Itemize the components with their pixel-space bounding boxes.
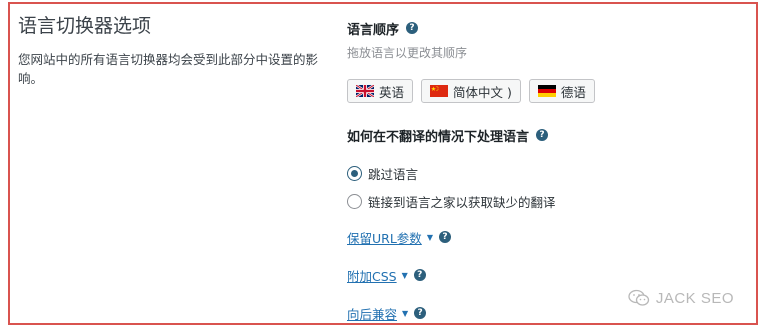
- radio-label: 跳过语言: [368, 166, 419, 182]
- question-circle-icon[interactable]: ?: [414, 307, 427, 319]
- caret-down-icon[interactable]: ▼: [402, 271, 408, 280]
- language-item-german[interactable]: 德语: [528, 79, 595, 103]
- question-circle-icon[interactable]: ?: [413, 269, 426, 281]
- radio-button[interactable]: [347, 193, 362, 209]
- watermark-text: JACK SEO: [655, 289, 734, 307]
- untranslated-options: 跳过语言 链接到语言之家以获取缺少的翻译: [347, 161, 747, 213]
- radio-label: 链接到语言之家以获取缺少的翻译: [368, 194, 556, 210]
- germany-flag-icon: [537, 85, 556, 97]
- language-order-list: 英语 简体中文 ) 德语: [347, 79, 747, 103]
- radio-link-to-home[interactable]: 链接到语言之家以获取缺少的翻译: [347, 189, 747, 213]
- untranslated-label: 如何在不翻译的情况下处理语言 ?: [347, 125, 747, 145]
- language-label: 英语: [379, 84, 405, 100]
- radio-button-checked[interactable]: [347, 165, 362, 181]
- uk-flag-icon: [356, 85, 374, 97]
- additional-css-link[interactable]: 附加CSS: [347, 266, 397, 285]
- section-description: 您网站中的所有语言切换器均会受到此部分中设置的影响。: [18, 52, 319, 86]
- toggle-keep-url-params: 保留URL参数 ▼ ?: [347, 227, 747, 247]
- language-label: 简体中文 ): [453, 84, 512, 100]
- language-order-label-text: 语言顺序: [347, 22, 400, 38]
- language-item-chinese[interactable]: 简体中文 ): [421, 79, 521, 103]
- caret-down-icon[interactable]: ▼: [402, 309, 408, 318]
- language-order-hint: 拖放语言以更改其顺序: [347, 46, 468, 60]
- language-item-english[interactable]: 英语: [347, 79, 414, 103]
- language-order-label: 语言顺序 ?: [347, 18, 747, 38]
- toggle-additional-css: 附加CSS ▼ ?: [347, 265, 747, 285]
- radio-skip-language[interactable]: 跳过语言: [347, 161, 747, 185]
- language-label: 德语: [560, 84, 586, 100]
- section-header: 语言切换器选项 您网站中的所有语言切换器均会受到此部分中设置的影响。: [18, 14, 328, 88]
- caret-down-icon[interactable]: ▼: [427, 233, 433, 242]
- untranslated-label-text: 如何在不翻译的情况下处理语言: [347, 129, 530, 145]
- keep-url-params-link[interactable]: 保留URL参数: [347, 228, 422, 247]
- watermark: JACK SEO: [628, 289, 734, 307]
- question-circle-icon[interactable]: ?: [536, 129, 549, 141]
- china-flag-icon: [430, 85, 449, 97]
- wechat-icon: [628, 289, 649, 306]
- settings-fields: 语言顺序 ? 拖放语言以更改其顺序 英语 简体中文) 德语 如何在不翻译的情况…: [347, 18, 747, 323]
- settings-panel: 语言切换器选项 您网站中的所有语言切换器均会受到此部分中设置的影响。 语言顺序 …: [8, 2, 758, 325]
- question-circle-icon[interactable]: ?: [406, 22, 419, 34]
- question-circle-icon[interactable]: ?: [438, 231, 451, 243]
- backward-compat-link[interactable]: 向后兼容: [347, 304, 397, 323]
- section-title: 语言切换器选项: [18, 15, 152, 37]
